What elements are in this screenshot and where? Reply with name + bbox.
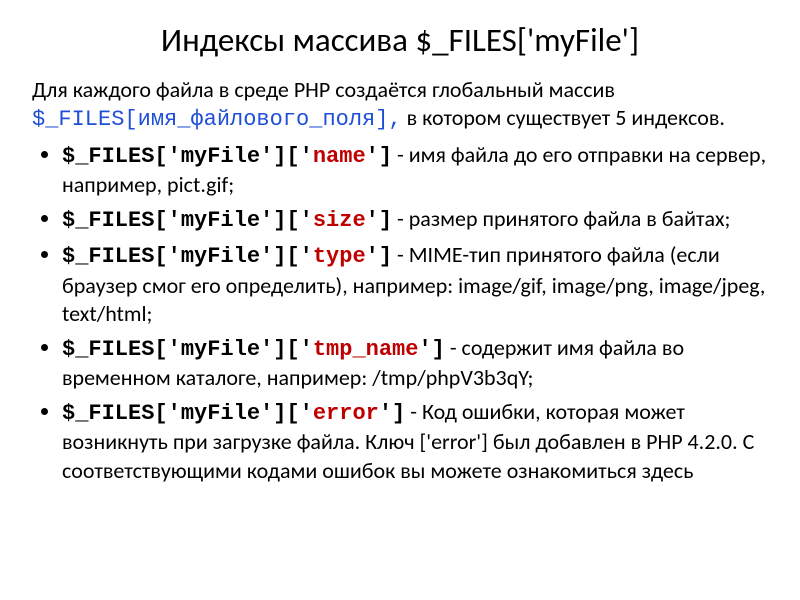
list-item: $_FILES['myFile']['size'] - размер приня… [62,205,768,235]
code-prefix: $_FILES['myFile'][' [62,144,313,169]
code-key: error [313,401,379,426]
code-key: tmp_name [313,337,419,362]
code-snippet: $_FILES['myFile']['size'] [62,208,392,233]
code-snippet: $_FILES['myFile']['name'] [62,144,392,169]
slide-title: Индексы массива $_FILES['myFile'] [32,20,768,60]
intro-text-2: в котором существует 5 индексов. [402,104,725,131]
code-snippet: $_FILES['myFile']['type'] [62,244,392,269]
intro-code: $_FILES[имя_файлового_поля], [32,107,402,132]
code-key: name [313,144,366,169]
code-suffix: '] [418,337,444,362]
code-suffix: '] [379,401,405,426]
item-desc: - размер принятого файла в байтах; [392,205,730,232]
list-item: $_FILES['myFile']['tmp_name'] - содержит… [62,334,768,392]
list-item: $_FILES['myFile']['name'] - имя файла до… [62,141,768,199]
intro-text-1: Для каждого файла в среде PHP создаётся … [32,76,615,103]
code-key: type [313,244,366,269]
code-key: size [313,208,366,233]
list-item: $_FILES['myFile']['error'] - Код ошибки,… [62,398,768,484]
code-prefix: $_FILES['myFile'][' [62,244,313,269]
code-prefix: $_FILES['myFile'][' [62,208,313,233]
intro-paragraph: Для каждого файла в среде PHP создаётся … [32,76,768,133]
code-prefix: $_FILES['myFile'][' [62,337,313,362]
code-suffix: '] [366,244,392,269]
code-snippet: $_FILES['myFile']['tmp_name'] [62,337,445,362]
code-prefix: $_FILES['myFile'][' [62,401,313,426]
index-list: $_FILES['myFile']['name'] - имя файла до… [32,141,768,485]
code-suffix: '] [366,144,392,169]
code-suffix: '] [366,208,392,233]
list-item: $_FILES['myFile']['type'] - MIME-тип при… [62,241,768,327]
code-snippet: $_FILES['myFile']['error'] [62,401,405,426]
slide: Индексы массива $_FILES['myFile'] Для ка… [0,0,800,485]
